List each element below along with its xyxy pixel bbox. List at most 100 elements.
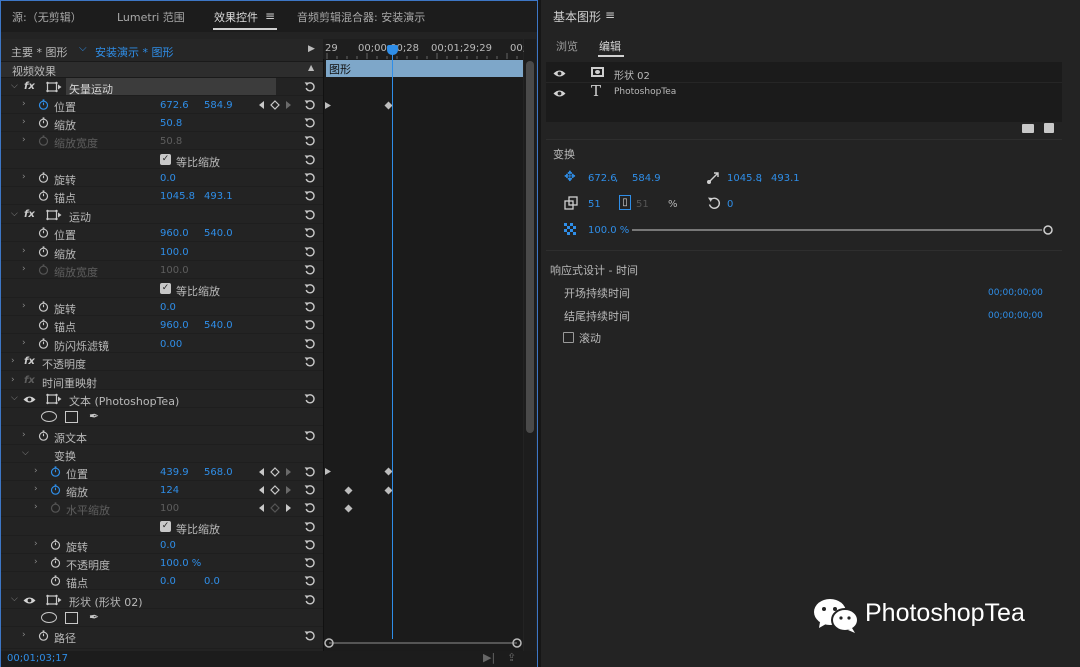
chevron-down-icon[interactable]: ⌵ (11, 595, 19, 604)
pen-mask-icon[interactable]: ✒ (89, 610, 99, 624)
keyframe-diamond[interactable] (344, 486, 353, 495)
sequence-clip-label[interactable]: 安装演示 * 图形 (95, 44, 174, 60)
value-x[interactable]: 960.0 (160, 228, 189, 239)
reset-icon[interactable] (304, 430, 316, 442)
chevron-right-icon[interactable]: › (22, 431, 30, 440)
play-arrow-icon[interactable]: ▶ (308, 44, 315, 54)
reset-icon[interactable] (304, 466, 316, 478)
value-y[interactable]: 540.0 (204, 228, 233, 239)
stopwatch-icon[interactable] (38, 319, 49, 330)
opacity-value[interactable]: 100.0 % (588, 225, 629, 236)
reset-icon[interactable] (304, 227, 316, 239)
new-layer-icon[interactable] (1044, 123, 1054, 133)
value[interactable]: 0.0 (160, 540, 176, 551)
chevron-right-icon[interactable]: › (22, 302, 30, 311)
effect-motion[interactable]: ⌵ fx 运动 (1, 206, 323, 224)
eye-icon[interactable] (553, 69, 566, 78)
stopwatch-icon[interactable] (50, 539, 61, 550)
chevron-down-icon[interactable]: ⌵ (11, 82, 19, 91)
keyframe-start-arrow[interactable] (324, 101, 333, 110)
reset-icon[interactable] (304, 154, 316, 166)
reset-icon[interactable] (304, 301, 316, 313)
motion-transform-icon[interactable] (46, 81, 62, 93)
value[interactable]: 100.0 % (160, 558, 201, 569)
tab-effect-controls[interactable]: 效果控件 (214, 9, 258, 25)
value-x[interactable]: 672.6 (160, 100, 189, 111)
keyframe-navigator[interactable] (258, 467, 292, 477)
chevron-right-icon[interactable]: › (11, 376, 19, 385)
keyframe-navigator[interactable] (258, 100, 292, 110)
reset-icon[interactable] (304, 338, 316, 350)
value[interactable]: 50.8 (160, 118, 182, 129)
value-y[interactable]: 568.0 (204, 467, 233, 478)
reset-icon[interactable] (304, 502, 316, 514)
reset-icon[interactable] (304, 190, 316, 202)
stopwatch-icon[interactable] (50, 466, 61, 477)
tab-source[interactable]: 源:（无剪辑） (12, 9, 82, 25)
reset-icon[interactable] (304, 484, 316, 496)
value[interactable]: 0.0 (160, 302, 176, 313)
stopwatch-icon[interactable] (38, 99, 49, 110)
stopwatch-icon[interactable] (38, 630, 49, 641)
playhead-line[interactable] (392, 45, 393, 639)
chevron-down-icon[interactable]: ⌵ (11, 210, 19, 219)
hamburger-menu-icon[interactable]: ≡ (265, 9, 275, 23)
reset-icon[interactable] (304, 393, 316, 405)
reset-icon[interactable] (304, 135, 316, 147)
chevron-right-icon[interactable]: › (22, 339, 30, 348)
clip-bar[interactable]: 图形 (326, 60, 523, 77)
value-x[interactable]: 439.9 (160, 467, 189, 478)
ellipse-mask-icon[interactable] (41, 612, 57, 623)
chevron-right-icon[interactable]: › (22, 631, 30, 640)
stopwatch-icon[interactable] (38, 190, 49, 201)
reset-icon[interactable] (304, 521, 316, 533)
reset-icon[interactable] (304, 117, 316, 129)
fx-icon[interactable]: fx (24, 356, 35, 367)
value[interactable]: 0.0 (160, 173, 176, 184)
stopwatch-icon[interactable] (38, 338, 49, 349)
motion-transform-icon[interactable] (46, 393, 62, 405)
value[interactable]: 100.0 (160, 247, 189, 258)
value[interactable]: 0.00 (160, 339, 182, 350)
effect-shape-layer[interactable]: ⌵ 形状 (形状 02) (1, 591, 323, 609)
anchor-x-value[interactable]: 1045.8 (727, 173, 762, 184)
chevron-right-icon[interactable]: › (34, 485, 42, 494)
value-y[interactable]: 0.0 (204, 576, 220, 587)
value-x[interactable]: 0.0 (160, 576, 176, 587)
effect-time-remapping[interactable]: › fx 时间重映射 (1, 372, 323, 390)
anchor-y-value[interactable]: 493.1 (771, 173, 800, 184)
reset-icon[interactable] (304, 283, 316, 295)
fx-icon[interactable]: fx (24, 209, 35, 220)
stopwatch-icon[interactable] (38, 117, 49, 128)
value-y[interactable]: 540.0 (204, 320, 233, 331)
scale-value[interactable]: 51 (588, 199, 601, 210)
reset-icon[interactable] (304, 99, 316, 111)
outro-duration-value[interactable]: 00;00;00;00 (988, 311, 1043, 321)
keyframe-navigator[interactable] (258, 485, 292, 495)
chevron-right-icon[interactable]: › (11, 357, 19, 366)
fx-icon[interactable]: fx (24, 81, 35, 92)
reset-icon[interactable] (304, 575, 316, 587)
value-y[interactable]: 493.1 (204, 191, 233, 202)
filter-play-icon[interactable]: ▶| (483, 651, 495, 664)
chevron-right-icon[interactable]: › (22, 100, 30, 109)
uniform-scale-checkbox[interactable]: ✓ (160, 154, 171, 165)
effect-text-layer[interactable]: ⌵ 文本 (PhotoshopTea) (1, 390, 323, 408)
panel-title[interactable]: 基本图形 (553, 8, 601, 25)
reset-icon[interactable] (304, 594, 316, 606)
export-icon[interactable]: ⇪ (507, 651, 516, 664)
stopwatch-icon[interactable] (50, 575, 61, 586)
reset-icon[interactable] (304, 172, 316, 184)
hamburger-menu-icon[interactable]: ≡ (605, 8, 615, 22)
keyframe-start-arrow[interactable] (324, 467, 333, 476)
value[interactable]: 124 (160, 485, 179, 496)
opacity-slider[interactable] (632, 224, 1056, 236)
chevron-right-icon[interactable]: › (22, 247, 30, 256)
stopwatch-icon[interactable] (38, 301, 49, 312)
timeline-zoom-scrollbar[interactable] (323, 637, 523, 649)
effect-timeline[interactable] (323, 39, 523, 651)
effect-vector-motion[interactable]: ⌵ fx 矢量运动 (1, 78, 323, 96)
position-x-value[interactable]: 672.6 (588, 173, 617, 184)
stopwatch-icon[interactable] (50, 484, 61, 495)
chevron-right-icon[interactable]: › (34, 558, 42, 567)
